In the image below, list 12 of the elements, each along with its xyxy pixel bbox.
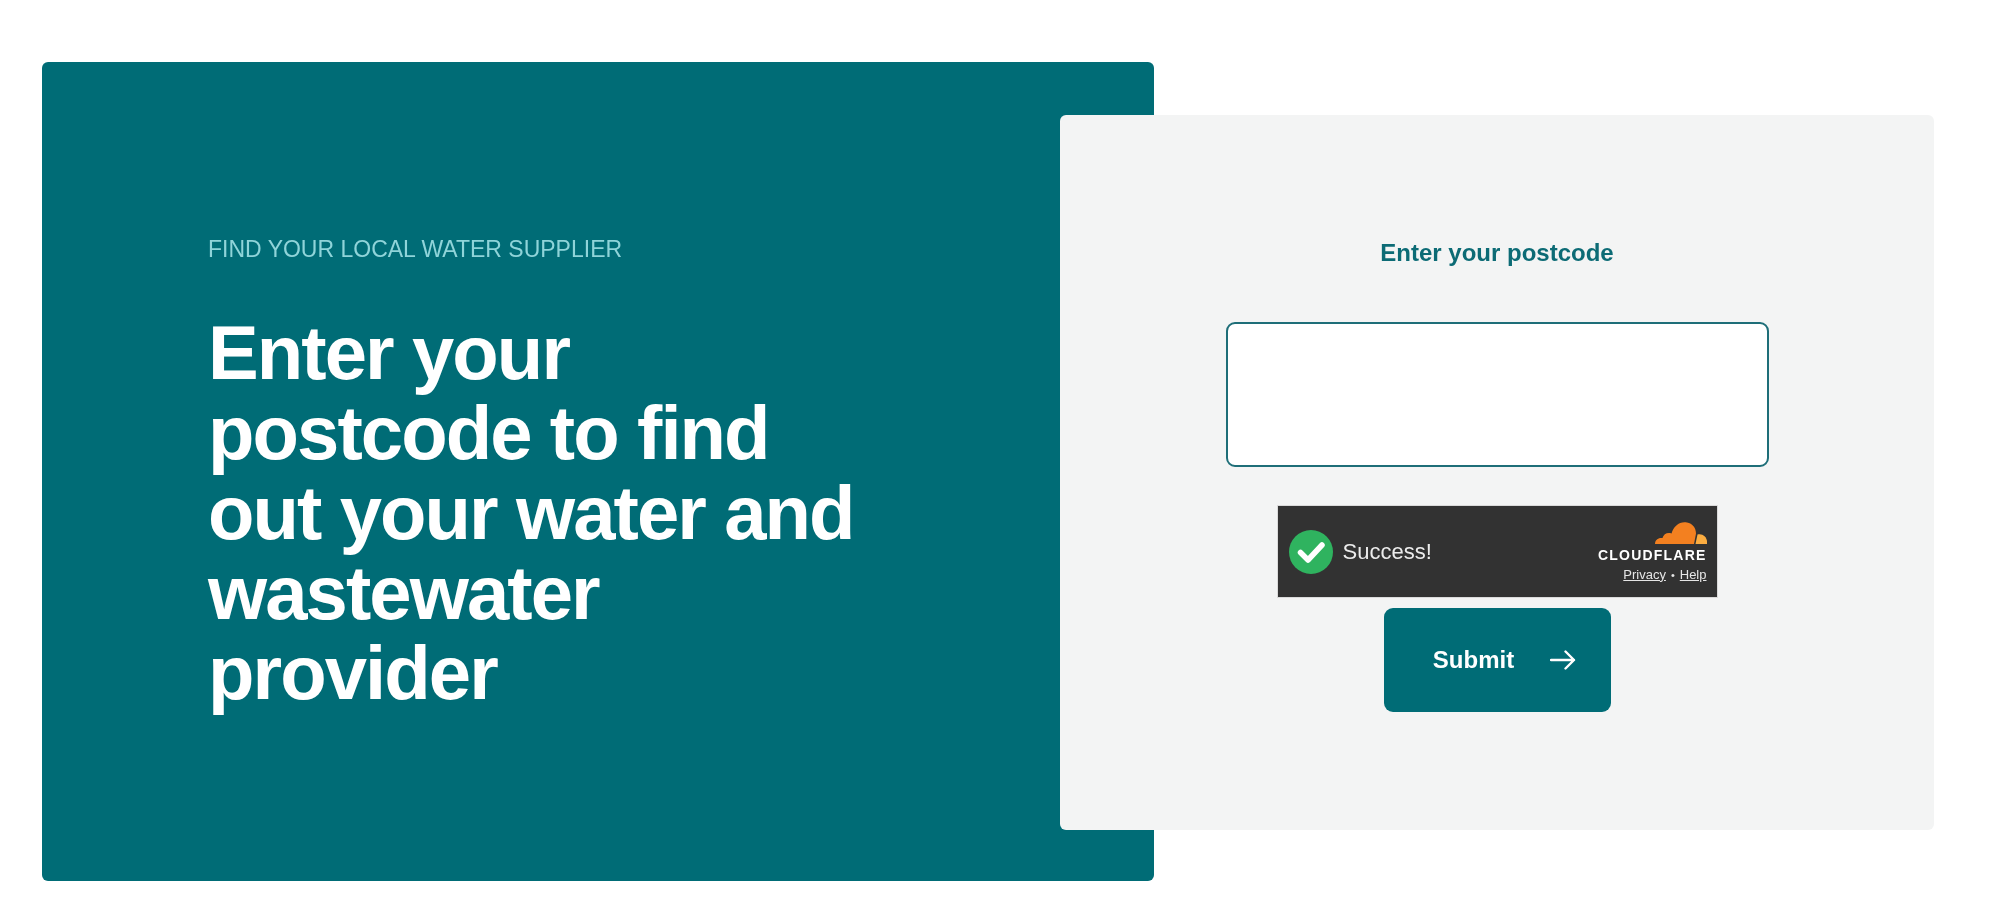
hero-heading: Enter your postcode to find out your water and wastewater provider: [208, 313, 855, 713]
captcha-link[interactable]: Privacy: [1623, 566, 1666, 583]
eyebrow-text: FIND YOUR LOCAL WATER SUPPLIER: [208, 235, 623, 263]
arrow-right-icon: [1550, 650, 1577, 670]
cloud-logo-icon: [1654, 520, 1707, 544]
link-separator: •: [1670, 567, 1675, 583]
postcode-input[interactable]: [1225, 322, 1769, 467]
postcode-label: Enter your postcode: [1380, 238, 1614, 268]
captcha-status-text: Success!: [1342, 538, 1432, 565]
submit-button[interactable]: Submit: [1383, 608, 1611, 712]
captcha-link[interactable]: Help: [1679, 566, 1707, 583]
brand-wordmark: CLOUDFLARE: [1598, 547, 1707, 562]
